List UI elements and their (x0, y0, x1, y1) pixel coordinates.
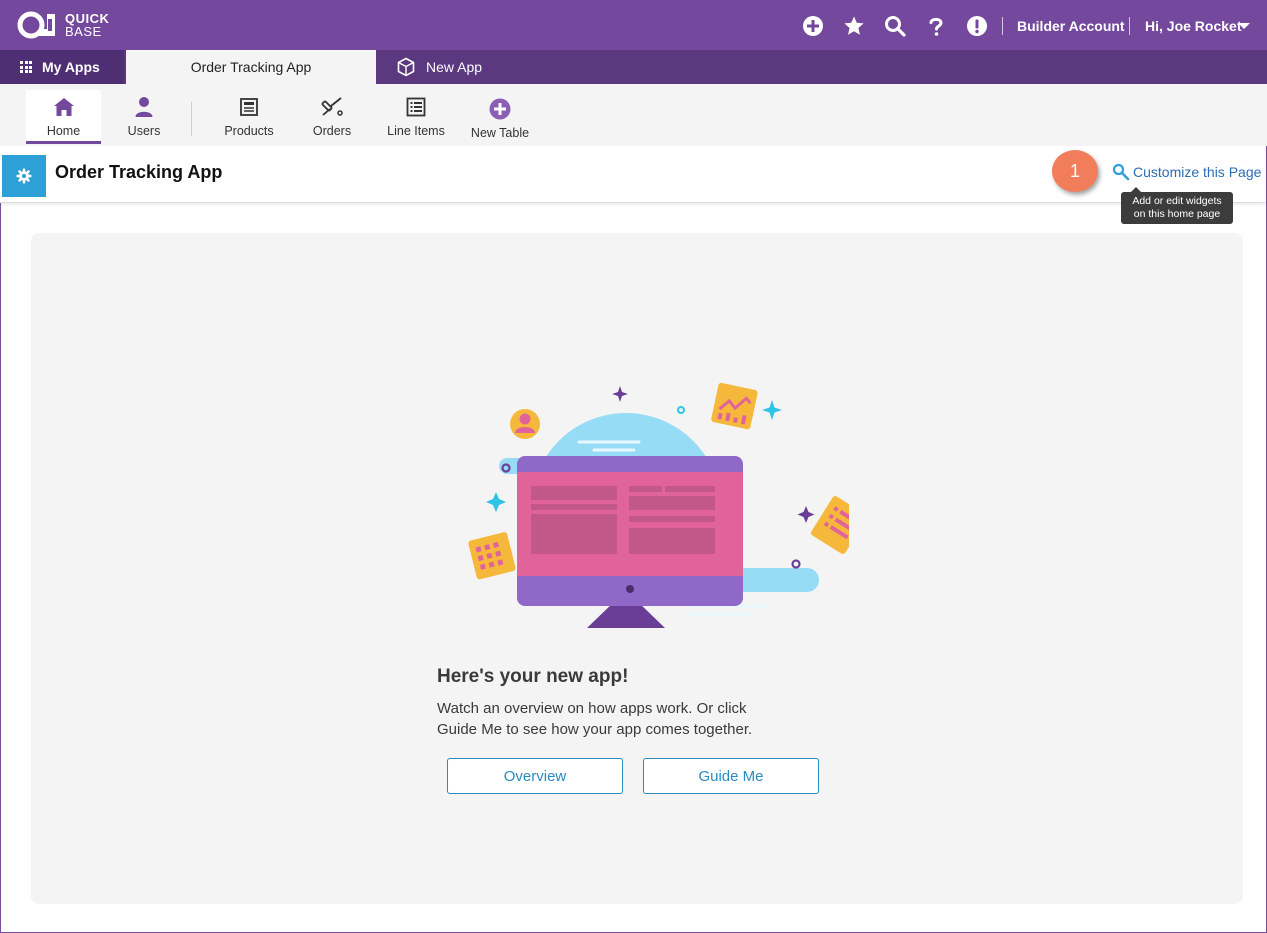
builder-account-link[interactable]: Builder Account (1017, 18, 1125, 34)
user-greeting[interactable]: Hi, Joe Rocket (1145, 18, 1241, 34)
table-nav-home[interactable]: Home (26, 90, 101, 144)
add-circle-icon (489, 96, 511, 122)
app-tab-bar: My Apps Order Tracking App New App (0, 50, 1267, 84)
table-nav-line-items[interactable]: Line Items (382, 90, 450, 144)
add-icon[interactable] (800, 13, 826, 39)
description-line-1: Watch an overview on how apps work. Or c… (437, 700, 747, 717)
customize-tooltip: Add or edit widgets on this home page (1121, 187, 1233, 224)
table-nav-new-table[interactable]: New Table (466, 90, 534, 144)
orders-icon (320, 94, 344, 120)
tab-label: Order Tracking App (190, 59, 312, 75)
customize-wrench-icon (1112, 163, 1130, 181)
description-line-2: Guide Me to see how your app comes toget… (437, 720, 753, 738)
nav-label: Orders (312, 124, 352, 138)
top-icon-group (800, 13, 1005, 39)
welcome-description: Watch an overview on how apps work. Or c… (437, 699, 797, 740)
apps-grid-icon (20, 61, 32, 73)
logo-text: QUICK BASE (65, 12, 109, 38)
tooltip-line-1: Add or edit widgets (1132, 195, 1222, 207)
nav-divider (191, 102, 192, 136)
step-badge: 1 (1052, 150, 1098, 192)
list-icon (406, 94, 426, 120)
home-icon (53, 94, 75, 120)
nav-label: Line Items (387, 124, 445, 138)
new-app-tab[interactable]: New App (396, 50, 482, 84)
my-apps-tab[interactable]: My Apps (0, 50, 124, 84)
customize-label: Customize this Page (1133, 164, 1262, 180)
app-settings-button[interactable] (2, 155, 46, 197)
nav-label: Products (224, 124, 274, 138)
nav-label: Users (127, 124, 161, 138)
welcome-card: Here's your new app! Watch an overview o… (31, 233, 1243, 904)
new-app-label: New App (426, 59, 483, 75)
quickbase-logo-icon (17, 11, 55, 39)
guide-me-button[interactable]: Guide Me (643, 758, 819, 794)
tab-order-tracking-app[interactable]: Order Tracking App (126, 50, 376, 84)
gear-icon (16, 168, 32, 184)
nav-label: New Table (470, 126, 530, 140)
welcome-heading: Here's your new app! (437, 666, 629, 687)
products-icon (239, 94, 259, 120)
nav-label: Home (46, 124, 81, 138)
logo-line2: BASE (65, 24, 102, 39)
customize-page-link[interactable]: Customize this Page (1112, 163, 1261, 181)
new-app-illustration (468, 382, 849, 628)
top-bar: QUICK BASE Builder Account Hi, Joe Rocke… (0, 0, 1267, 50)
alert-icon[interactable] (964, 13, 990, 39)
user-icon (134, 94, 154, 120)
table-nav-orders[interactable]: Orders (302, 90, 362, 144)
help-icon[interactable] (923, 13, 949, 39)
divider (1129, 17, 1130, 35)
table-nav-users[interactable]: Users (114, 90, 174, 144)
overview-button[interactable]: Overview (447, 758, 623, 794)
cube-icon (397, 57, 415, 77)
table-nav-products[interactable]: Products (214, 90, 284, 144)
tooltip-line-2: on this home page (1133, 208, 1221, 220)
divider (1002, 17, 1003, 35)
star-icon[interactable] (841, 13, 867, 39)
search-icon[interactable] (882, 13, 908, 39)
quickbase-logo[interactable]: QUICK BASE (17, 11, 109, 39)
my-apps-label: My Apps (42, 59, 100, 75)
page-title: Order Tracking App (55, 162, 223, 182)
chevron-down-icon[interactable] (1238, 23, 1250, 29)
